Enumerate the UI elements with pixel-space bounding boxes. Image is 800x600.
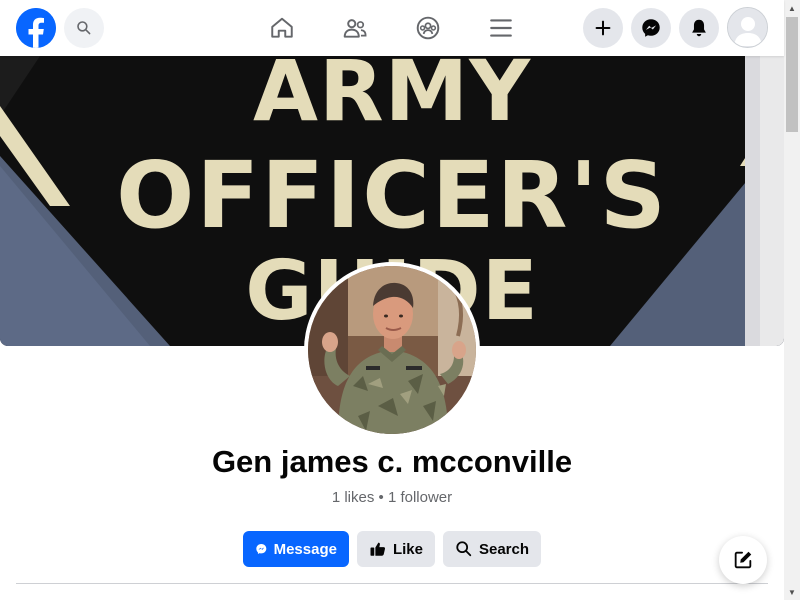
search-button-label: Search bbox=[478, 540, 530, 558]
cover-text-line-1: ARMY bbox=[252, 56, 532, 140]
message-button[interactable]: Message bbox=[242, 531, 349, 567]
default-avatar-icon bbox=[728, 8, 767, 47]
groups-icon bbox=[416, 16, 440, 40]
scrollbar-thumb[interactable] bbox=[786, 17, 798, 132]
messenger-button[interactable] bbox=[631, 8, 671, 48]
profile-photo bbox=[308, 266, 476, 434]
messenger-icon bbox=[256, 544, 267, 554]
like-button-label: Like bbox=[392, 540, 423, 558]
new-message-button[interactable] bbox=[719, 536, 767, 584]
top-navigation-bar bbox=[0, 0, 784, 56]
menu-icon bbox=[490, 19, 512, 37]
page-title: Gen james c. mcconville bbox=[211, 444, 573, 479]
plus-icon bbox=[595, 20, 611, 36]
notifications-button[interactable] bbox=[679, 8, 719, 48]
scroll-up-arrow-icon[interactable]: ▲ bbox=[784, 0, 800, 16]
bell-icon bbox=[692, 19, 706, 37]
profile-picture[interactable] bbox=[304, 262, 480, 438]
home-nav-button[interactable] bbox=[264, 10, 300, 46]
friends-icon bbox=[343, 19, 367, 38]
scrollbar[interactable]: ▲ ▼ bbox=[784, 0, 800, 600]
cover-text-line-2: OFFICER'S bbox=[116, 142, 668, 249]
facebook-logo-icon[interactable] bbox=[16, 8, 56, 48]
groups-nav-button[interactable] bbox=[410, 10, 446, 46]
search-icon bbox=[456, 541, 472, 557]
compose-icon bbox=[734, 551, 752, 569]
menu-nav-button[interactable] bbox=[483, 10, 519, 46]
likes-followers-count[interactable]: 1 likes • 1 follower bbox=[0, 489, 784, 506]
search-page-button[interactable]: Search bbox=[442, 531, 542, 567]
message-button-label: Message bbox=[273, 540, 337, 558]
friends-nav-button[interactable] bbox=[337, 10, 373, 46]
thumbs-up-icon bbox=[370, 542, 385, 556]
divider bbox=[16, 583, 768, 584]
home-icon bbox=[271, 17, 293, 38]
search-icon bbox=[77, 21, 91, 35]
avatar[interactable] bbox=[727, 7, 768, 48]
scroll-down-arrow-icon[interactable]: ▼ bbox=[784, 584, 800, 600]
messenger-icon bbox=[642, 19, 660, 37]
create-button[interactable] bbox=[583, 8, 623, 48]
search-button[interactable] bbox=[64, 8, 104, 48]
profile-actions: Message Like Search bbox=[0, 531, 784, 567]
like-button[interactable]: Like bbox=[356, 531, 435, 567]
